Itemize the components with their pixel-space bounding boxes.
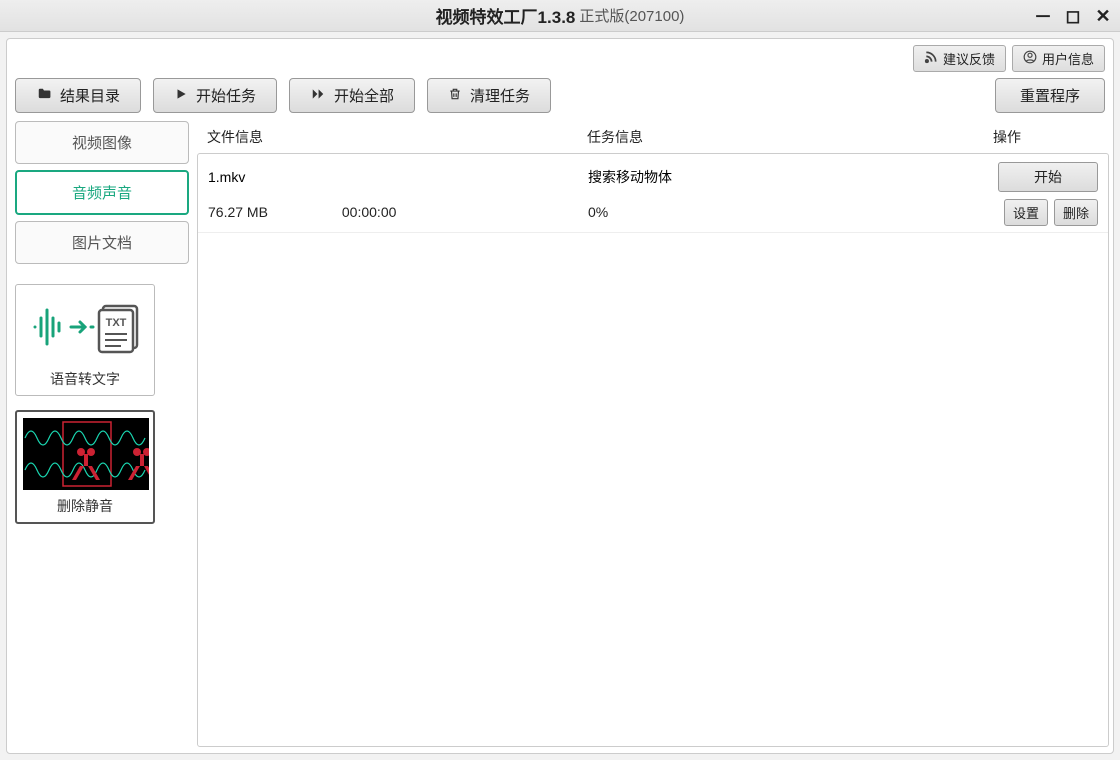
- task-name: 搜索移动物体: [588, 167, 978, 187]
- start-row-button[interactable]: 开始: [998, 162, 1098, 192]
- clear-tasks-label: 清理任务: [470, 85, 530, 106]
- minimize-button[interactable]: －: [1034, 3, 1052, 29]
- table-row: 1.mkv 搜索移动物体 开始 76.27 MB: [198, 154, 1108, 233]
- header-task-info: 任务信息: [587, 127, 993, 147]
- fast-forward-icon: [310, 87, 326, 105]
- app-window: 视频特效工厂1.3.8 正式版(207100) － ◻ ✕ 建议反馈: [0, 0, 1120, 760]
- start-task-button[interactable]: 开始任务: [153, 78, 277, 113]
- feedback-label: 建议反馈: [943, 49, 995, 68]
- task-filename: 1.mkv: [208, 169, 588, 185]
- task-progress: 0%: [588, 204, 978, 220]
- tool-speech-to-text-label: 语音转文字: [22, 367, 148, 391]
- main-split: 视频图像 音频声音 图片文档: [7, 121, 1113, 753]
- window-controls: － ◻ ✕: [1034, 0, 1112, 32]
- clear-tasks-button[interactable]: 清理任务: [427, 78, 551, 113]
- tool-speech-to-text[interactable]: TXT 语音转文字: [15, 284, 155, 396]
- sidebar: 视频图像 音频声音 图片文档: [7, 121, 197, 753]
- tab-audio-sound-label: 音频声音: [72, 185, 132, 202]
- tab-video-image-label: 视频图像: [72, 135, 132, 152]
- delete-row-label: 删除: [1063, 206, 1089, 221]
- close-button[interactable]: ✕: [1094, 6, 1112, 27]
- tool-remove-silence-label: 删除静音: [23, 494, 147, 518]
- start-all-label: 开始全部: [334, 85, 394, 106]
- table-header: 文件信息 任务信息 操作: [197, 121, 1113, 153]
- app-subtitle: 正式版(207100): [579, 5, 684, 26]
- speech-to-text-icon: TXT: [22, 291, 148, 363]
- tool-remove-silence[interactable]: 删除静音: [15, 410, 155, 524]
- play-icon: [174, 87, 188, 105]
- maximize-button[interactable]: ◻: [1064, 6, 1082, 27]
- start-task-label: 开始任务: [196, 85, 256, 106]
- settings-row-button[interactable]: 设置: [1004, 199, 1048, 226]
- task-table: 1.mkv 搜索移动物体 开始 76.27 MB: [197, 153, 1109, 747]
- title-bar: 视频特效工厂1.3.8 正式版(207100) － ◻ ✕: [0, 0, 1120, 32]
- remove-silence-icon: [23, 418, 149, 490]
- trash-icon: [448, 87, 462, 105]
- header-file-info: 文件信息: [207, 127, 587, 147]
- reset-program-label: 重置程序: [1020, 85, 1080, 106]
- tab-video-image[interactable]: 视频图像: [15, 121, 189, 164]
- start-row-label: 开始: [1034, 169, 1062, 185]
- task-duration: 00:00:00: [342, 204, 582, 220]
- top-actions: 建议反馈 用户信息: [7, 39, 1113, 74]
- tab-audio-sound[interactable]: 音频声音: [15, 170, 189, 215]
- toolbar: 结果目录 开始任务 开始全部: [7, 74, 1113, 121]
- header-ops: 操作: [993, 127, 1103, 147]
- user-icon: [1023, 50, 1037, 67]
- body-inner: 建议反馈 用户信息 结果目录: [6, 38, 1114, 754]
- svg-text:TXT: TXT: [106, 317, 127, 329]
- delete-row-button[interactable]: 删除: [1054, 199, 1098, 226]
- tab-picture-doc-label: 图片文档: [72, 235, 132, 252]
- content-area: 文件信息 任务信息 操作 1.mkv 搜索移动物体 开始: [197, 121, 1113, 753]
- start-all-button[interactable]: 开始全部: [289, 78, 415, 113]
- user-info-button[interactable]: 用户信息: [1012, 45, 1105, 72]
- rss-icon: [924, 50, 938, 67]
- tab-picture-doc[interactable]: 图片文档: [15, 221, 189, 264]
- task-size: 76.27 MB: [208, 204, 338, 220]
- user-info-label: 用户信息: [1042, 49, 1094, 68]
- result-dir-button[interactable]: 结果目录: [15, 78, 141, 113]
- body-outer: 建议反馈 用户信息 结果目录: [0, 32, 1120, 760]
- reset-program-button[interactable]: 重置程序: [995, 78, 1105, 113]
- settings-row-label: 设置: [1013, 206, 1039, 221]
- feedback-button[interactable]: 建议反馈: [913, 45, 1006, 72]
- result-dir-label: 结果目录: [60, 85, 120, 106]
- app-title: 视频特效工厂1.3.8: [436, 3, 576, 28]
- folder-icon: [36, 87, 52, 105]
